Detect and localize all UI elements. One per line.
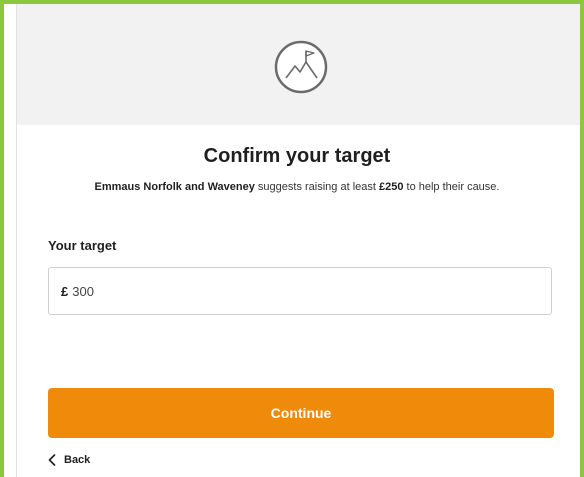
target-value[interactable]: 300 bbox=[72, 284, 94, 299]
suggestion-text-2: to help their cause. bbox=[403, 181, 500, 193]
target-input[interactable]: £ 300 bbox=[48, 267, 552, 315]
currency-symbol: £ bbox=[61, 283, 69, 299]
back-link[interactable]: Back bbox=[48, 454, 90, 466]
charity-name: Emmaus Norfolk and Waveney bbox=[94, 181, 255, 193]
page-frame: Confirm your target Emmaus Norfolk and W… bbox=[0, 0, 584, 477]
chevron-left-icon bbox=[48, 454, 56, 466]
target-label: Your target bbox=[48, 238, 117, 253]
header bbox=[16, 4, 580, 125]
target-suggestion: Emmaus Norfolk and Waveney suggests rais… bbox=[17, 181, 577, 193]
suggestion-text-1: suggests raising at least bbox=[254, 181, 379, 193]
fundraising-flag-mountain-icon bbox=[272, 38, 330, 96]
confirm-target-panel: Confirm your target Emmaus Norfolk and W… bbox=[16, 125, 580, 477]
continue-button[interactable]: Continue bbox=[48, 388, 554, 438]
back-label[interactable]: Back bbox=[64, 454, 90, 466]
page-title: Confirm your target bbox=[203, 145, 391, 167]
suggested-amount: £250 bbox=[378, 181, 404, 193]
